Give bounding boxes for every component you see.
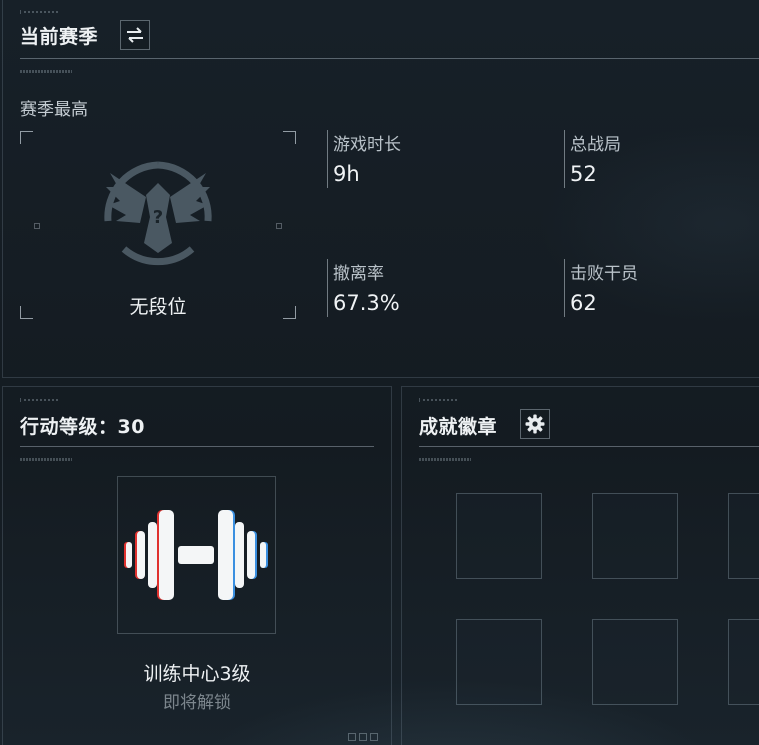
season-best-label: 赛季最高 <box>20 100 88 120</box>
achievements-title-divider <box>419 446 759 447</box>
badge-slot[interactable] <box>728 619 759 705</box>
stat-value: 9h <box>333 162 360 186</box>
svg-text:?: ? <box>153 207 163 228</box>
swap-arrows-icon <box>127 27 143 43</box>
achievements-panel <box>401 386 759 745</box>
eagle-emblem-icon: ? <box>104 161 212 266</box>
decor-tag <box>419 398 457 402</box>
stat-label: 撤离率 <box>333 264 384 284</box>
badge-slot[interactable] <box>592 493 678 579</box>
season-title-divider <box>20 58 759 59</box>
achievements-title: 成就徽章 <box>419 416 498 438</box>
facility-status: 即将解锁 <box>163 693 231 713</box>
badge-slot[interactable] <box>456 619 542 705</box>
decor-dots <box>20 70 72 73</box>
decor-tag <box>20 398 58 402</box>
stat-label: 击败干员 <box>570 264 638 284</box>
stat-label: 游戏时长 <box>333 135 401 155</box>
level-title-divider <box>20 446 374 447</box>
season-title: 当前赛季 <box>20 26 99 48</box>
decor-dots <box>20 458 72 461</box>
decor-dots <box>419 458 471 461</box>
level-title: 行动等级：30 <box>20 416 145 438</box>
season-switch-button[interactable] <box>120 20 150 50</box>
profile-screen: 当前赛季 赛季最高 ? 无段位 游戏时长 9h 总战局 52 撤离率 67.3%… <box>0 0 759 745</box>
facility-name: 训练中心3级 <box>143 663 251 685</box>
decor-tag <box>20 10 58 14</box>
achievements-settings-button[interactable] <box>520 409 550 439</box>
badge-slot[interactable] <box>728 493 759 579</box>
rank-name: 无段位 <box>129 296 187 318</box>
dumbbell-icon <box>124 510 268 600</box>
stat-value: 52 <box>570 162 597 186</box>
stat-value: 67.3% <box>333 291 400 315</box>
gear-icon <box>525 414 545 434</box>
badge-slot[interactable] <box>456 493 542 579</box>
badge-slot[interactable] <box>592 619 678 705</box>
page-indicator <box>348 733 378 741</box>
stat-label: 总战局 <box>570 135 621 155</box>
stat-value: 62 <box>570 291 597 315</box>
